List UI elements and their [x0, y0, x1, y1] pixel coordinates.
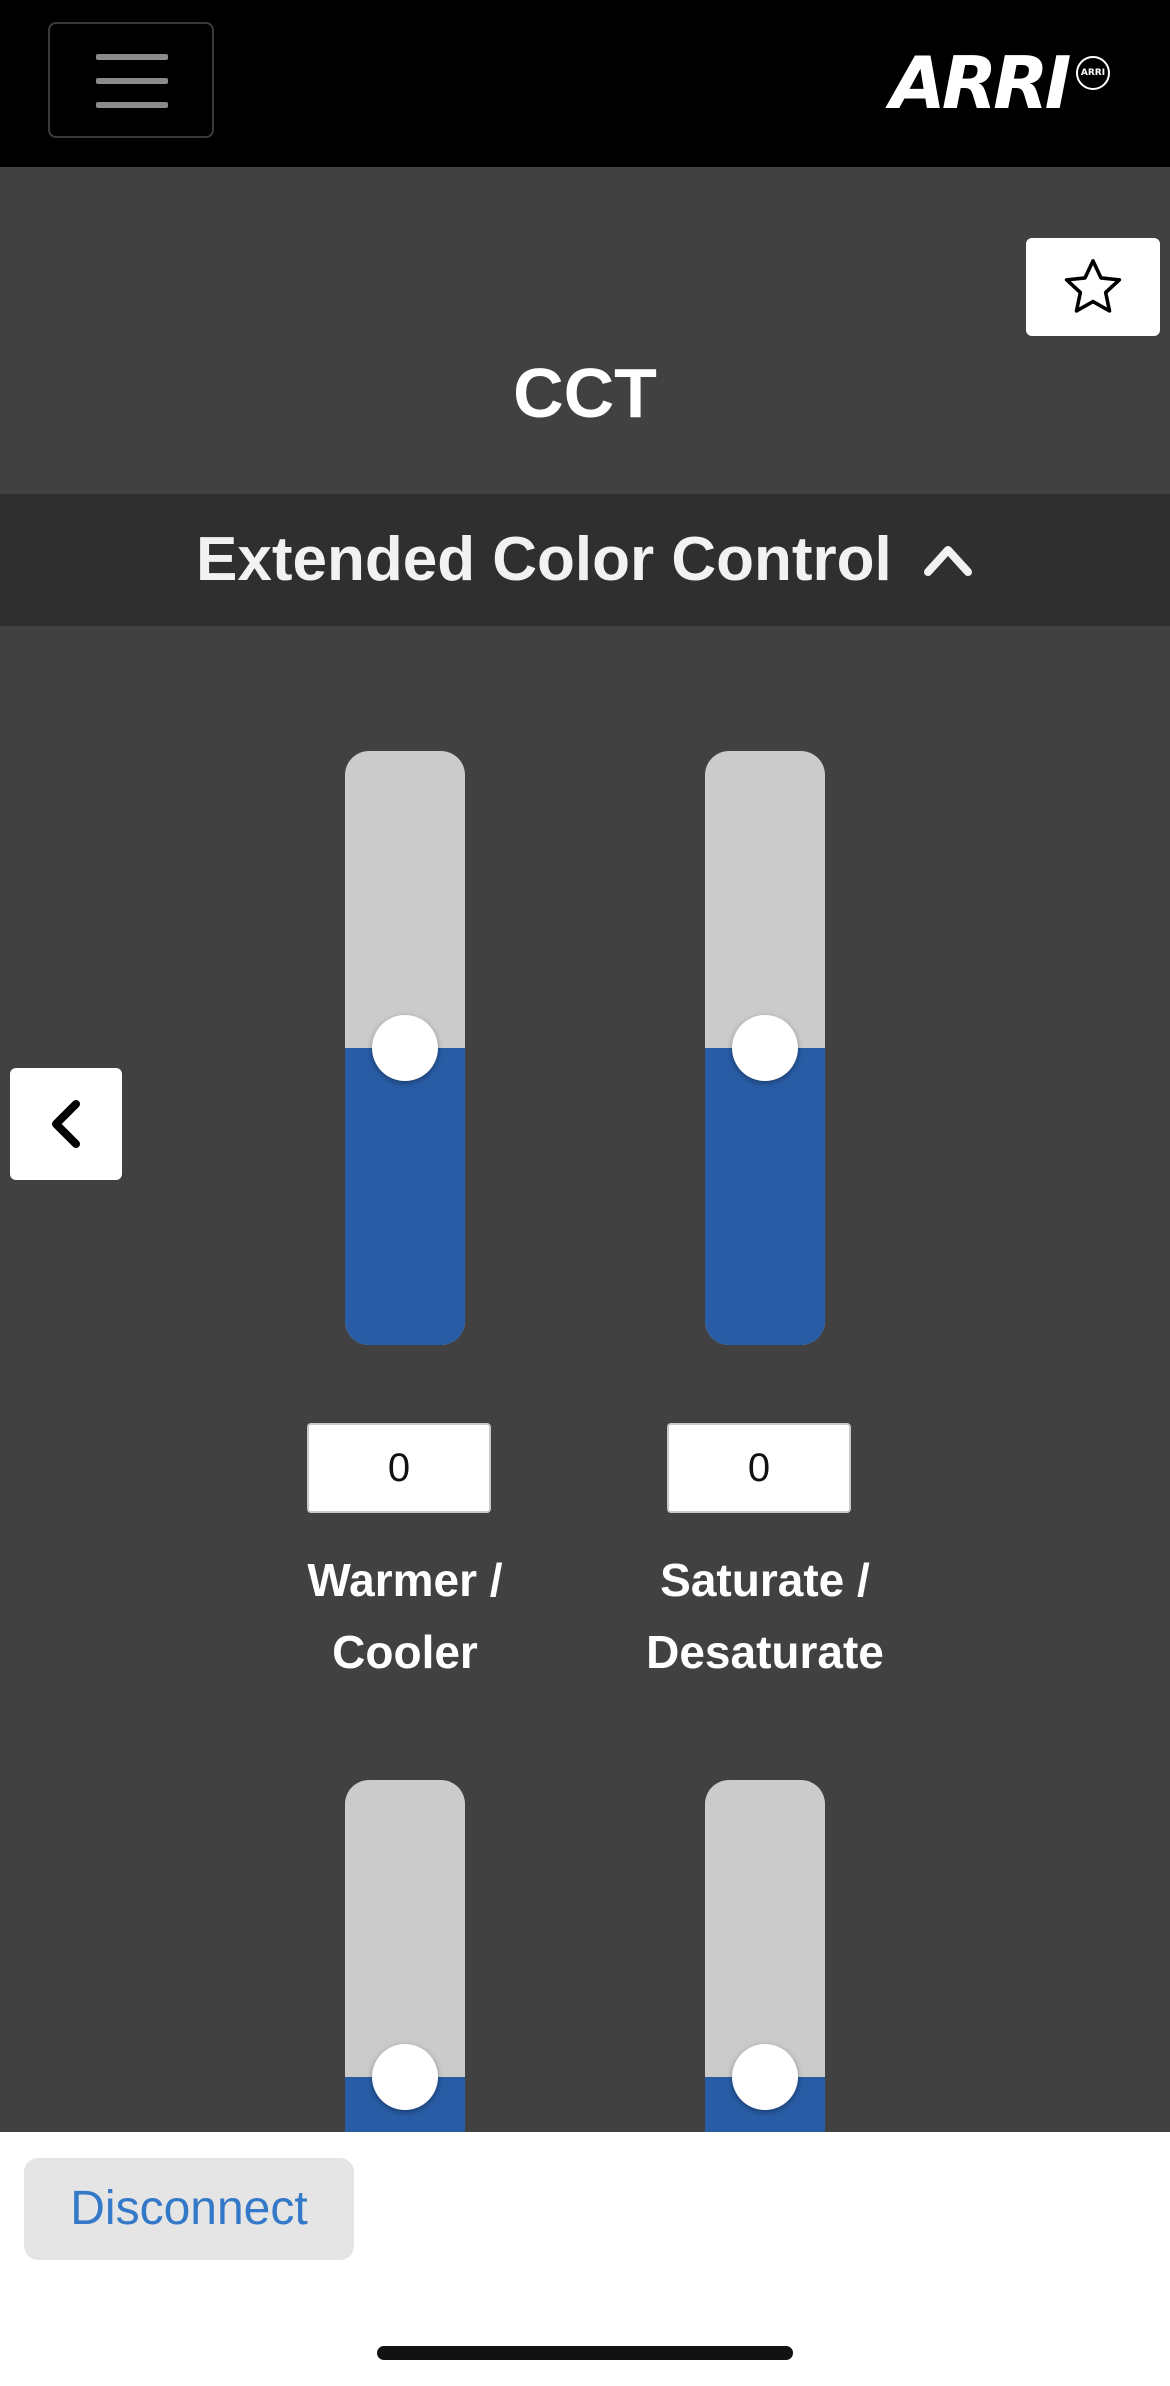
back-button[interactable] — [10, 1068, 122, 1180]
star-outline-icon — [1064, 259, 1122, 313]
saturate-desaturate-label: Saturate / Desaturate — [615, 1544, 915, 1688]
hamburger-menu-button[interactable] — [48, 22, 214, 138]
warmer-cooler-label: Warmer / Cooler — [255, 1544, 555, 1688]
logo-registered-mark: ARRI — [1076, 56, 1110, 90]
logo-text: ARRI — [890, 41, 1071, 125]
warmer-cooler-label-line1: Warmer / — [307, 1554, 503, 1606]
slider-3-thumb[interactable] — [372, 2044, 438, 2110]
warmer-cooler-value-input[interactable] — [307, 1423, 491, 1513]
extended-color-control-toggle[interactable]: Extended Color Control — [0, 494, 1170, 626]
chevron-left-icon — [52, 1100, 80, 1148]
slider-fill — [705, 1048, 825, 1345]
saturate-desaturate-slider-thumb[interactable] — [732, 1015, 798, 1081]
warmer-cooler-slider-thumb[interactable] — [372, 1015, 438, 1081]
saturate-desaturate-label-line1: Saturate / — [660, 1554, 870, 1606]
disconnect-button[interactable]: Disconnect — [24, 2158, 354, 2260]
extended-color-control-label: Extended Color Control — [196, 525, 892, 594]
chevron-up-icon — [924, 546, 972, 576]
home-indicator — [377, 2346, 793, 2360]
warmer-cooler-label-line2: Cooler — [332, 1626, 478, 1678]
bottom-toolbar: Disconnect — [0, 2132, 1170, 2386]
arri-logo: ARRI ARRI — [890, 38, 1122, 128]
top-bar: ARRI ARRI — [0, 0, 1170, 167]
slider-fill — [345, 1048, 465, 1345]
slider-4-thumb[interactable] — [732, 2044, 798, 2110]
saturate-desaturate-value-input[interactable] — [667, 1423, 851, 1513]
page-title: CCT — [513, 354, 657, 432]
favorite-button[interactable] — [1026, 238, 1160, 336]
saturate-desaturate-label-line2: Desaturate — [646, 1626, 884, 1678]
